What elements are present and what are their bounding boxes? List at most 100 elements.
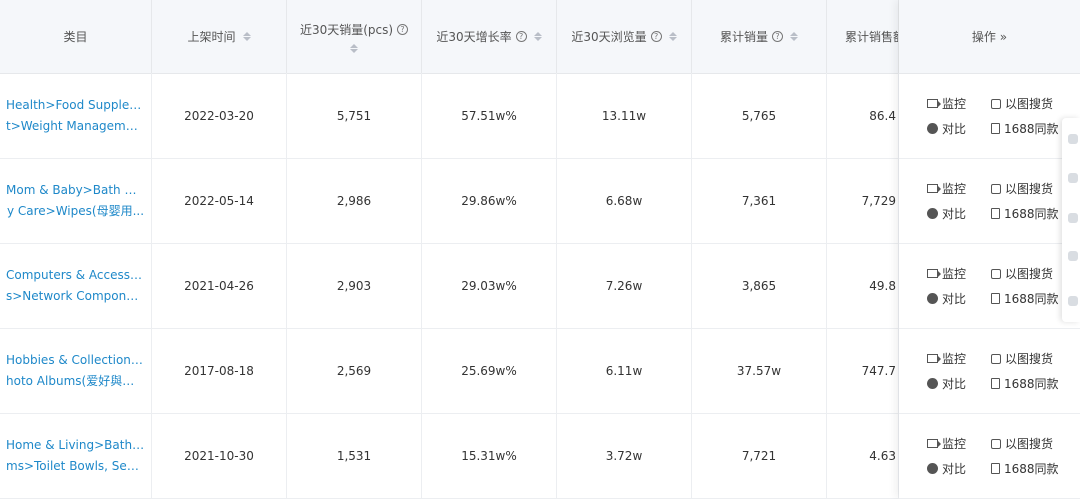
sales30-value: 2,903 [287, 243, 422, 328]
cum-sales-value: 7,721 [692, 413, 827, 498]
ops-row: 监控 以图搜货 对比 1688同款 [899, 73, 1080, 159]
help-icon[interactable]: ? [772, 31, 783, 42]
compare-icon [927, 463, 938, 474]
listed-date: 2021-10-30 [152, 413, 287, 498]
category-link[interactable]: Health>Food Supplemen t>Weight Management… [0, 95, 151, 137]
cum-sales-value: 5,765 [692, 73, 827, 158]
help-icon[interactable]: ? [397, 23, 409, 35]
image-search-button[interactable]: 以图搜货 [991, 265, 1053, 282]
compare-button[interactable]: 对比 [927, 205, 966, 222]
cum-sales-value: 3,865 [692, 243, 827, 328]
views-value: 6.11w [557, 328, 692, 413]
growth-value: 57.51w% [422, 73, 557, 158]
category-link[interactable]: Hobbies & Collections>P hoto Albums(爱好與收.… [0, 350, 151, 392]
cube-icon [991, 268, 1001, 279]
growth-value: 15.31w% [422, 413, 557, 498]
message-icon[interactable] [1068, 213, 1078, 223]
ops-row: 监控 以图搜货 对比 1688同款 [899, 243, 1080, 329]
monitor-button[interactable]: 监控 [927, 435, 966, 452]
document-icon [991, 123, 1000, 134]
sort-icon[interactable] [242, 32, 251, 41]
listed-date: 2017-08-18 [152, 328, 287, 413]
category-cell[interactable]: Home & Living>Bathroo ms>Toilet Bowls, Se… [0, 413, 152, 498]
video-icon [927, 99, 941, 108]
views-value: 6.68w [557, 158, 692, 243]
compare-button[interactable]: 对比 [927, 460, 966, 477]
compare-icon [927, 123, 938, 134]
compare-icon [927, 378, 938, 389]
compare-button[interactable]: 对比 [927, 120, 966, 137]
compare-icon [927, 293, 938, 304]
sales30-value: 2,569 [287, 328, 422, 413]
chat-icon[interactable] [1068, 134, 1078, 144]
category-cell[interactable]: Hobbies & Collections>P hoto Albums(爱好與收.… [0, 328, 152, 413]
help-icon[interactable]: ? [650, 31, 662, 42]
image-search-button[interactable]: 以图搜货 [991, 95, 1053, 112]
category-link[interactable]: Computers & Accessorie s>Network Componen… [0, 265, 151, 307]
compare-button[interactable]: 对比 [927, 375, 966, 392]
same-1688-button[interactable]: 1688同款 [991, 120, 1059, 137]
cum-revenue-value: 747.7 [827, 328, 899, 413]
monitor-button[interactable]: 监控 [927, 95, 966, 112]
ops-row: 监控 以图搜货 对比 1688同款 [899, 413, 1080, 499]
col-category-header: 类目 [0, 0, 152, 73]
same-1688-button[interactable]: 1688同款 [991, 290, 1059, 307]
col-growth-header[interactable]: 近30天增长率 ? [422, 0, 557, 73]
send-icon[interactable] [1068, 173, 1078, 183]
cum-sales-value: 7,361 [692, 158, 827, 243]
ops-row: 监控 以图搜货 对比 1688同款 [899, 158, 1080, 244]
image-search-button[interactable]: 以图搜货 [991, 350, 1053, 367]
star-icon[interactable] [1068, 251, 1078, 261]
cube-icon [991, 183, 1001, 194]
listed-date: 2022-03-20 [152, 73, 287, 158]
same-1688-button[interactable]: 1688同款 [991, 460, 1059, 477]
col-cum-revenue-header[interactable]: 累计销售额 [827, 0, 899, 73]
col-cum-sales-header[interactable]: 累计销量 ? [692, 0, 827, 73]
help-icon[interactable]: ? [515, 31, 527, 42]
category-link[interactable]: Mom & Baby>Bath & Body Care>Wipes(母婴用... [0, 180, 151, 222]
category-cell[interactable]: Health>Food Supplemen t>Weight Management… [0, 73, 152, 158]
views-value: 13.11w [557, 73, 692, 158]
cube-icon [991, 353, 1001, 364]
growth-value: 29.03w% [422, 243, 557, 328]
growth-value: 25.69w% [422, 328, 557, 413]
ops-header[interactable]: 操作 » [899, 0, 1080, 74]
listed-date: 2022-05-14 [152, 158, 287, 243]
col-listed-header[interactable]: 上架时间 [152, 0, 287, 73]
image-search-button[interactable]: 以图搜货 [991, 180, 1053, 197]
document-icon [991, 208, 1000, 219]
listed-date: 2021-04-26 [152, 243, 287, 328]
image-search-button[interactable]: 以图搜货 [991, 435, 1053, 452]
video-icon [927, 354, 941, 363]
same-1688-button[interactable]: 1688同款 [991, 375, 1059, 392]
sort-icon[interactable] [533, 32, 542, 41]
cube-icon [991, 98, 1001, 109]
document-icon [991, 378, 1000, 389]
category-cell[interactable]: Computers & Accessorie s>Network Componen… [0, 243, 152, 328]
cum-revenue-value: 49.8 [827, 243, 899, 328]
sort-icon[interactable] [350, 43, 358, 53]
monitor-button[interactable]: 监控 [927, 180, 966, 197]
cum-revenue-value: 4.63 [827, 413, 899, 498]
monitor-button[interactable]: 监控 [927, 265, 966, 282]
sort-icon[interactable] [790, 32, 798, 41]
category-cell[interactable]: Mom & Baby>Bath & Body Care>Wipes(母婴用... [0, 158, 152, 243]
cube-icon [991, 438, 1001, 449]
category-link[interactable]: Home & Living>Bathroo ms>Toilet Bowls, Se… [0, 435, 151, 477]
same-1688-button[interactable]: 1688同款 [991, 205, 1059, 222]
sort-icon[interactable] [668, 32, 677, 41]
sales30-value: 2,986 [287, 158, 422, 243]
compare-button[interactable]: 对比 [927, 290, 966, 307]
ops-panel: 操作 » 监控 以图搜货 对比 1688同款 监控 以图搜货 对比 1688同款… [899, 0, 1080, 499]
sales30-value: 1,531 [287, 413, 422, 498]
col-views-header[interactable]: 近30天浏览量 ? [557, 0, 692, 73]
col-sales30-header[interactable]: 近30天销量(pcs) ? [287, 0, 422, 73]
video-icon [927, 439, 941, 448]
video-icon [927, 269, 941, 278]
close-icon[interactable] [1068, 296, 1078, 306]
floating-side-toolbar[interactable] [1062, 118, 1080, 322]
cum-revenue-value: 86.4 [827, 73, 899, 158]
sales30-value: 5,751 [287, 73, 422, 158]
monitor-button[interactable]: 监控 [927, 350, 966, 367]
compare-icon [927, 208, 938, 219]
